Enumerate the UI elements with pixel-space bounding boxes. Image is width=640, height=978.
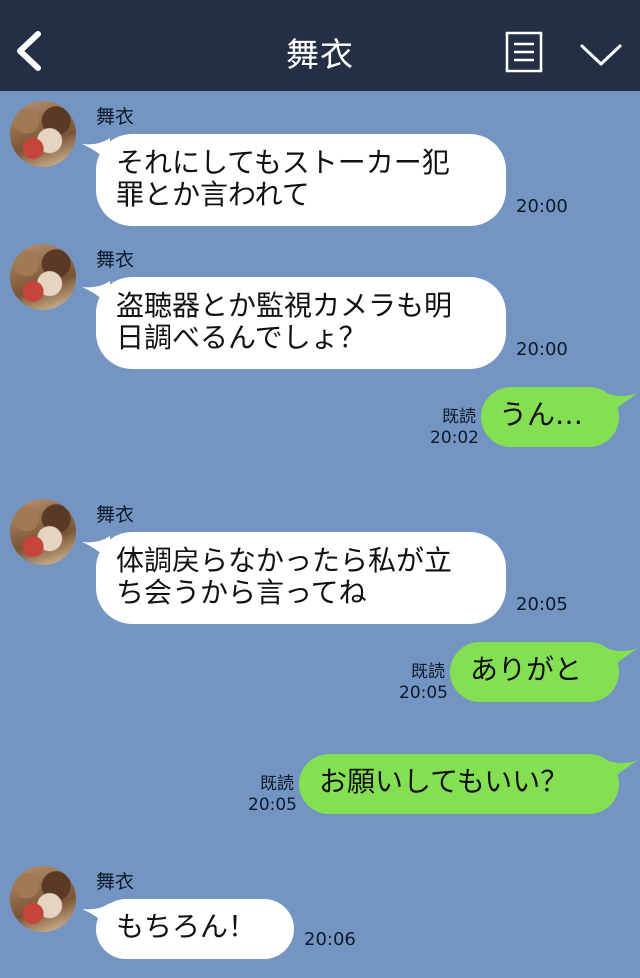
read-receipt: 既読 20:02 [430, 407, 479, 449]
avatar[interactable] [10, 101, 76, 167]
read-receipt: 既読 20:05 [248, 774, 297, 816]
bubble-tail [606, 648, 638, 672]
sender-name: 舞衣 [96, 249, 135, 271]
message-bubble[interactable]: お願いしてもいい？ [299, 754, 619, 814]
message-time: 20:05 [248, 795, 297, 815]
message-time: 20:02 [430, 428, 479, 448]
message-time: 20:05 [399, 683, 448, 703]
chevron-down-icon[interactable] [580, 38, 622, 68]
bubble-tail [606, 393, 638, 417]
avatar[interactable] [10, 244, 76, 310]
read-label: 既読 [442, 407, 476, 427]
avatar[interactable] [10, 499, 76, 565]
chat-title: 舞衣 [286, 35, 354, 74]
read-label: 既読 [411, 662, 445, 682]
message-bubble[interactable]: うん… [481, 387, 619, 447]
sender-name: 舞衣 [96, 106, 135, 128]
menu-list-icon[interactable] [505, 31, 543, 73]
message-bubble[interactable]: 体調戻らなかったら私が立 ち会うから言ってね [96, 532, 506, 624]
message-time: 20:00 [516, 196, 568, 217]
message-bubble[interactable]: それにしてもストーカー犯 罪とか言われて [96, 134, 506, 226]
bubble-tail [606, 760, 638, 784]
sender-name: 舞衣 [96, 871, 135, 893]
message-bubble[interactable]: ありがと [450, 642, 619, 702]
read-label: 既読 [260, 774, 294, 794]
message-bubble[interactable]: もちろん！ [96, 899, 294, 959]
read-receipt: 既読 20:05 [399, 662, 448, 704]
message-bubble[interactable]: 盗聴器とか監視カメラも明 日調べるんでしょ？ [96, 277, 506, 369]
message-time: 20:00 [516, 339, 568, 360]
avatar[interactable] [10, 866, 76, 932]
chat-header: 舞衣 [0, 0, 640, 91]
message-time: 20:05 [516, 594, 568, 615]
sender-name: 舞衣 [96, 504, 135, 526]
message-time: 20:06 [304, 929, 356, 950]
